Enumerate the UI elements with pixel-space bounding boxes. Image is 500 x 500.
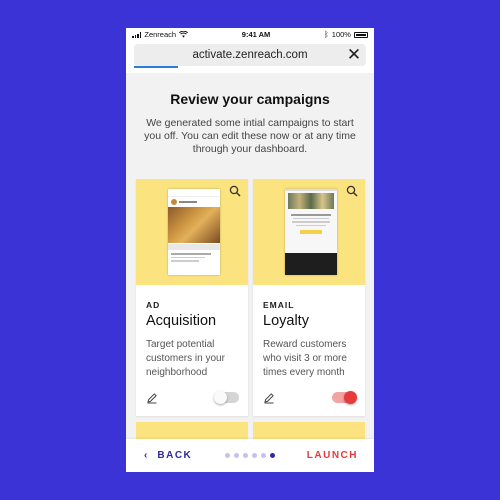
- campaign-toggle[interactable]: [332, 391, 357, 404]
- launch-button[interactable]: LAUNCH: [307, 439, 358, 472]
- step-dot: [252, 453, 257, 458]
- card-title: Loyalty: [263, 313, 309, 329]
- bluetooth-icon: ᛒ: [323, 30, 329, 39]
- step-dot-active: [270, 453, 275, 458]
- step-dot: [243, 453, 248, 458]
- card-type-label: EMAIL: [263, 300, 295, 310]
- campaign-toggle[interactable]: [214, 391, 239, 404]
- campaign-card-acquisition[interactable]: AD Acquisition Target potential customer…: [136, 179, 248, 416]
- back-button[interactable]: ‹ BACK: [144, 439, 192, 472]
- edit-icon[interactable]: [263, 392, 275, 404]
- step-dot: [234, 453, 239, 458]
- card-preview: [136, 179, 248, 285]
- instagram-ad-preview: [168, 189, 220, 275]
- battery-percent: 100%: [331, 30, 351, 39]
- clock: 9:41 AM: [241, 30, 271, 39]
- page-description: We generated some intial campaigns to st…: [144, 117, 356, 155]
- bottom-nav: ‹ BACK LAUNCH: [126, 439, 374, 472]
- step-dot: [261, 453, 266, 458]
- phone-frame: Zenreach 9:41 AM ᛒ 100% activate.zenreac…: [126, 28, 374, 472]
- carrier-name: Zenreach: [144, 30, 177, 39]
- step-indicator: [225, 453, 275, 458]
- close-icon[interactable]: ✕: [345, 45, 363, 64]
- card-description: Target potential customers in your neigh…: [146, 339, 225, 378]
- card-description: Reward customers who visit 3 or more tim…: [263, 339, 347, 378]
- url-field[interactable]: activate.zenreach.com ✕: [134, 44, 366, 66]
- edit-icon[interactable]: [146, 392, 158, 404]
- card-title: Acquisition: [146, 313, 217, 329]
- main-content: Review your campaigns We generated some …: [126, 73, 374, 156]
- page-load-progress: [134, 66, 178, 68]
- wifi-icon: [179, 31, 189, 38]
- search-icon[interactable]: [229, 185, 241, 197]
- signal-icon: [132, 31, 142, 38]
- email-preview: [285, 189, 337, 275]
- card-type-label: AD: [146, 300, 161, 310]
- status-bar: Zenreach 9:41 AM ᛒ 100%: [126, 28, 374, 41]
- browser-bar: activate.zenreach.com ✕: [126, 41, 374, 73]
- chevron-left-icon: ‹: [144, 450, 158, 461]
- back-label: BACK: [157, 450, 193, 461]
- page-title: Review your campaigns: [170, 91, 330, 107]
- step-dot: [225, 453, 230, 458]
- toggle-knob: [214, 391, 227, 404]
- battery-icon: [353, 31, 368, 38]
- campaign-card-loyalty[interactable]: EMAIL Loyalty Reward customers who visit…: [253, 179, 365, 416]
- url-text: activate.zenreach.com: [192, 49, 308, 61]
- toggle-knob: [344, 391, 357, 404]
- card-preview: [253, 179, 365, 285]
- search-icon[interactable]: [346, 185, 358, 197]
